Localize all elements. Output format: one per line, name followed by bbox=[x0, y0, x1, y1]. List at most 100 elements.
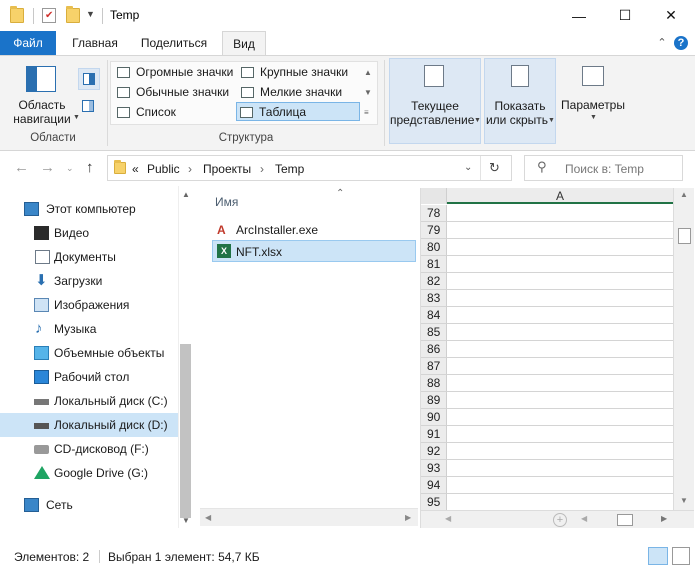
nav-item-cd-drive[interactable]: CD-дисковод (F:) bbox=[0, 437, 178, 461]
tab-home[interactable]: Главная bbox=[62, 31, 128, 55]
nav-item-video[interactable]: Видео bbox=[0, 221, 178, 245]
group-separator bbox=[384, 60, 385, 146]
address-dropdown-icon[interactable]: ⌄ bbox=[464, 162, 472, 173]
nav-scroll-thumb[interactable] bbox=[180, 344, 191, 518]
nav-item-drive-c[interactable]: Локальный диск (C:) bbox=[0, 389, 178, 413]
nav-item-music[interactable]: ♪ Музыка bbox=[0, 317, 178, 341]
new-folder-icon[interactable] bbox=[66, 6, 80, 23]
breadcrumb-temp[interactable]: Temp bbox=[275, 162, 304, 176]
scroll-left-icon[interactable]: ◀ bbox=[445, 514, 451, 523]
navigation-pane-label[interactable]: Область bbox=[4, 98, 80, 112]
preview-hscrollbar[interactable]: ◀ + ◀ ▶ bbox=[421, 510, 694, 528]
scroll-down-icon[interactable]: ▼ bbox=[680, 496, 688, 505]
folder-icon bbox=[114, 160, 126, 174]
tab-share[interactable]: Поделиться bbox=[134, 31, 214, 55]
tab-file[interactable]: Файл bbox=[0, 31, 56, 55]
scroll-left-icon[interactable]: ◀ bbox=[205, 513, 211, 522]
current-view-label: Текущее bbox=[411, 99, 459, 113]
nav-item-google-drive[interactable]: Google Drive (G:) bbox=[0, 461, 178, 485]
sheet-cell bbox=[447, 290, 673, 307]
row-number: 92 bbox=[421, 443, 447, 460]
nav-item-network[interactable]: Сеть bbox=[0, 493, 178, 517]
back-icon[interactable]: ← bbox=[14, 159, 29, 176]
recent-locations-icon[interactable]: ⌄ bbox=[66, 163, 74, 174]
close-button[interactable]: ✕ bbox=[648, 0, 694, 31]
breadcrumb-overflow[interactable]: « bbox=[132, 162, 139, 176]
gallery-scroll-down-icon[interactable]: ▼ bbox=[364, 84, 372, 102]
nav-item-this-pc[interactable]: Этот компьютер bbox=[0, 197, 178, 221]
layout-item-label: Крупные значки bbox=[260, 65, 349, 79]
row-number: 87 bbox=[421, 358, 447, 375]
scroll-right-icon[interactable]: ▶ bbox=[661, 514, 667, 523]
file-row-nft[interactable]: X NFT.xlsx bbox=[212, 240, 416, 262]
navigation-pane-label-line2[interactable]: навигации bbox=[4, 112, 80, 126]
minimize-button[interactable]: — bbox=[556, 0, 602, 31]
sheet-cell bbox=[447, 307, 673, 324]
large-icons-view-icon[interactable] bbox=[672, 547, 690, 565]
up-icon[interactable]: ↑ bbox=[86, 159, 94, 176]
layout-details[interactable]: Таблица bbox=[236, 102, 360, 121]
collapse-ribbon-icon[interactable]: ⌃ bbox=[654, 35, 670, 51]
scroll-up-icon[interactable]: ▲ bbox=[680, 190, 688, 199]
sheet-cell bbox=[447, 341, 673, 358]
scroll-thumb[interactable] bbox=[678, 228, 691, 244]
scroll-thumb[interactable] bbox=[617, 514, 633, 526]
preview-vscrollbar[interactable]: ▲ ▼ bbox=[673, 188, 694, 528]
nav-item-drive-d[interactable]: Локальный диск (D:) bbox=[0, 413, 178, 437]
tab-view[interactable]: Вид bbox=[222, 31, 266, 56]
nav-item-pictures[interactable]: Изображения bbox=[0, 293, 178, 317]
row-number: 85 bbox=[421, 324, 447, 341]
customize-quick-access-icon[interactable]: ▼ bbox=[86, 9, 95, 19]
show-hide-button[interactable]: Показать или скрыть ▼ bbox=[484, 58, 556, 144]
group-panes-title: Области bbox=[30, 132, 76, 144]
maximize-button[interactable]: ☐ bbox=[602, 0, 648, 31]
gallery-scroll-up-icon[interactable]: ▲ bbox=[364, 64, 372, 82]
properties-icon[interactable]: ✔ bbox=[42, 8, 56, 23]
extra-large-icons-icon bbox=[117, 67, 130, 78]
layout-list[interactable]: Список bbox=[114, 103, 236, 122]
nav-item-documents[interactable]: Документы bbox=[0, 245, 178, 269]
preview-pane-button[interactable] bbox=[78, 68, 100, 90]
nav-item-label: CD-дисковод (F:) bbox=[54, 442, 149, 456]
details-pane-button[interactable] bbox=[78, 96, 100, 118]
sheet-cell bbox=[447, 273, 673, 290]
help-icon[interactable]: ? bbox=[674, 36, 688, 50]
scroll-right-icon[interactable]: ▶ bbox=[405, 513, 411, 522]
breadcrumb-separator-icon[interactable]: › bbox=[188, 162, 192, 176]
nav-item-downloads[interactable]: ⬇ Загрузки bbox=[0, 269, 178, 293]
nav-item-3d-objects[interactable]: Объемные объекты bbox=[0, 341, 178, 365]
row-number: 93 bbox=[421, 460, 447, 477]
layout-small-icons[interactable]: Мелкие значки bbox=[238, 83, 362, 102]
details-view-icon[interactable] bbox=[648, 547, 668, 565]
add-sheet-icon[interactable]: + bbox=[553, 513, 567, 527]
search-box[interactable]: ⚲ Поиск в: Temp bbox=[524, 155, 683, 181]
row-number: 80 bbox=[421, 239, 447, 256]
forward-icon[interactable]: → bbox=[40, 159, 55, 176]
folder-icon bbox=[10, 6, 24, 23]
nav-item-desktop[interactable]: Рабочий стол bbox=[0, 365, 178, 389]
nav-item-label: Музыка bbox=[54, 322, 97, 336]
sheet-cell bbox=[447, 239, 673, 256]
breadcrumb-projects[interactable]: Проекты bbox=[203, 162, 251, 176]
file-list-hscrollbar[interactable]: ◀ ▶ bbox=[200, 508, 418, 526]
sheet-cell bbox=[447, 375, 673, 392]
column-header-name[interactable]: Имя bbox=[215, 195, 238, 209]
layout-medium-icons[interactable]: Обычные значки bbox=[114, 83, 236, 102]
refresh-icon[interactable]: ↻ bbox=[489, 160, 500, 176]
breadcrumb-public[interactable]: Public bbox=[147, 162, 180, 176]
gallery-more-icon[interactable]: ≡ bbox=[364, 104, 369, 122]
cd-drive-icon bbox=[34, 445, 49, 454]
navigation-pane-icon[interactable] bbox=[26, 66, 56, 92]
layout-large-icons[interactable]: Крупные значки bbox=[238, 63, 362, 82]
layout-item-label: Список bbox=[136, 105, 176, 119]
current-view-button[interactable]: Текущее представление ▼ bbox=[389, 58, 481, 144]
layout-extra-large-icons[interactable]: Огромные значки bbox=[114, 63, 236, 82]
excel-file-icon: X bbox=[217, 244, 231, 258]
scroll-up-icon[interactable]: ▲ bbox=[182, 190, 190, 199]
address-bar[interactable]: « Public › Проекты › Temp ⌄ ↻ bbox=[107, 155, 512, 181]
file-row-arcinstaller[interactable]: A ArcInstaller.exe bbox=[212, 219, 416, 241]
status-bar: Элементов: 2 Выбран 1 элемент: 54,7 КБ bbox=[0, 544, 695, 569]
options-button[interactable]: Параметры ▼ bbox=[558, 58, 628, 144]
scroll-left-icon[interactable]: ◀ bbox=[581, 514, 587, 523]
breadcrumb-separator-icon[interactable]: › bbox=[260, 162, 264, 176]
